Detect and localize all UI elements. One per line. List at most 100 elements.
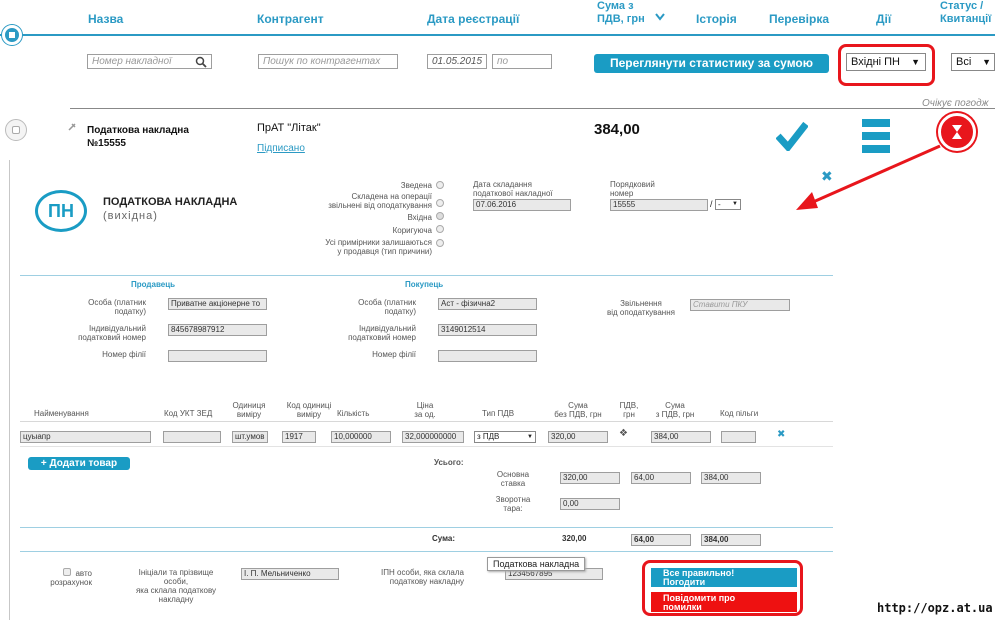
date-from-input[interactable]: 01.05.2015: [427, 54, 487, 69]
flag-copies-label: Усі примірники залишаються у продавця (т…: [290, 238, 432, 256]
flag-copies-checkbox[interactable]: [436, 239, 444, 247]
flag-outgoing-label: Вхідна: [407, 213, 432, 222]
col-header-history[interactable]: Історія: [696, 12, 737, 26]
table-row-divider: [20, 446, 833, 447]
seller-ipn-input[interactable]: 845678987912: [168, 324, 267, 336]
item-price-input[interactable]: 32,000000000: [402, 431, 464, 443]
buyer-person-label-line2: податку): [384, 307, 416, 316]
th-unit-code: Код одиниці виміру: [280, 401, 338, 419]
th-vat-line1: ПДВ,: [619, 401, 639, 410]
select-all-toggle[interactable]: [2, 25, 22, 45]
flag-exempt-checkbox[interactable]: [436, 199, 444, 207]
date-to-input[interactable]: по: [492, 54, 552, 69]
th-unit-line2: виміру: [236, 410, 262, 419]
buyer-branch-input[interactable]: [438, 350, 537, 362]
item-benefit-input[interactable]: [721, 431, 756, 443]
seller-branch-input[interactable]: [168, 350, 267, 362]
flag-issued-checkbox[interactable]: [436, 181, 444, 189]
item-qty-input[interactable]: 10,000000: [331, 431, 391, 443]
sum-total-novat: 320,00: [562, 534, 587, 543]
composer-ipn-label: ІПН особи, яка склала податкову накладну: [360, 568, 464, 586]
th-sum-novat: Сума без ПДВ, грн: [548, 401, 608, 419]
status-select[interactable]: Всі ▼: [951, 53, 995, 71]
flag-outgoing-checkbox[interactable]: [436, 212, 444, 220]
doc-date-input[interactable]: 07.06.2016: [473, 199, 571, 211]
stats-button[interactable]: Переглянути статистику за сумою: [594, 54, 829, 73]
buyer-name-input[interactable]: Аст - фізична2: [438, 298, 537, 310]
item-vat-type-value: з ПДВ: [477, 432, 500, 441]
col-header-status[interactable]: Статус / Квитанції: [940, 0, 991, 26]
exempt-input[interactable]: Ставити ПКУ: [690, 299, 790, 311]
row-sum: 384,00: [594, 121, 640, 138]
pin-icon[interactable]: [67, 122, 77, 134]
flag-issued-label: Зведена: [400, 181, 432, 190]
buyer-person-label-line1: Особа (платник: [358, 298, 416, 307]
initials-input[interactable]: І. П. Мельниченко: [241, 568, 339, 580]
exempt-label: Звільнення від оподаткування: [586, 299, 696, 317]
doc-subtitle: (вихідна): [103, 210, 158, 222]
pn-logo: ПН: [35, 190, 87, 232]
buyer-ipn-label-line2: податковий номер: [348, 333, 416, 342]
th-sum-novat-line2: без ПДВ, грн: [554, 410, 602, 419]
doc-date-label-line1: Дата складання: [473, 180, 532, 189]
col-header-sum[interactable]: Сума з ПДВ, грн: [597, 0, 645, 26]
flag-copies-line1: Усі примірники залишаються: [325, 238, 432, 247]
main-rate-label: Основна ставка: [488, 470, 538, 488]
invoice-title[interactable]: Податкова накладна №15555: [87, 124, 189, 150]
search-icon[interactable]: [195, 56, 207, 70]
item-sum-vat-input[interactable]: 384,00: [651, 431, 711, 443]
th-code: Код УКТ ЗЕД: [164, 409, 213, 418]
seller-ipn-label-line2: податковий номер: [78, 333, 146, 342]
doc-number-input[interactable]: 15555: [610, 199, 708, 211]
flag-corrective-checkbox[interactable]: [436, 225, 444, 233]
flag-exempt-line1: Складена на операції: [351, 192, 433, 201]
col-header-contractor[interactable]: Контрагент: [257, 12, 324, 26]
col-header-check[interactable]: Перевірка: [769, 12, 829, 26]
th-unit-code-line1: Код одиниці: [286, 401, 332, 410]
seller-name-input[interactable]: Приватне акціонерне то: [168, 298, 267, 310]
delete-row-icon[interactable]: ✖: [777, 429, 785, 440]
invoice-number-search[interactable]: Номер накладної: [87, 54, 212, 69]
section-divider: [20, 275, 833, 276]
add-item-button[interactable]: + Додати товар: [28, 457, 130, 470]
close-form-icon[interactable]: ✖: [821, 168, 833, 185]
main-rate-sum-vat[interactable]: 384,00: [701, 472, 761, 484]
th-sum-vat-line2: з ПДВ, грн: [655, 410, 695, 419]
col-header-name[interactable]: Назва: [88, 12, 123, 26]
doc-title: ПОДАТКОВА НАКЛАДНА: [103, 196, 238, 208]
main-rate-label-line2: ставка: [500, 479, 526, 488]
row-checkbox[interactable]: [5, 119, 27, 141]
item-unit-code-input[interactable]: 1917: [282, 431, 316, 443]
return-tare-input[interactable]: 0,00: [560, 498, 620, 510]
main-rate-sum-novat[interactable]: 320,00: [560, 472, 620, 484]
main-rate-vat[interactable]: 64,00: [631, 472, 691, 484]
dropdown-arrow-icon: ▼: [982, 57, 991, 67]
checkbox-square-icon: [12, 126, 20, 134]
item-code-input[interactable]: [163, 431, 221, 443]
th-benefit-code: Код пільги: [720, 409, 759, 418]
buyer-heading: Покупець: [405, 280, 444, 289]
signed-link[interactable]: Підписано: [257, 143, 305, 154]
col-header-date[interactable]: Дата реєстрації: [427, 12, 519, 26]
item-unit-input[interactable]: шт.умов: [232, 431, 268, 443]
col-header-sum-line2: ПДВ, грн: [597, 13, 645, 25]
seller-heading: Продавець: [131, 280, 176, 289]
seller-person-label: Особа (платник податку): [60, 298, 146, 316]
seller-ipn-label: Індивідуальний податковий номер: [50, 324, 146, 342]
hourglass-icon: [952, 125, 962, 139]
sort-chevron-down-icon[interactable]: [655, 13, 665, 23]
doc-number-suffix-select[interactable]: - ▼: [715, 199, 741, 210]
contractor-search[interactable]: Пошук по контрагентах: [258, 54, 398, 69]
composer-ipn-label-line1: ІПН особи, яка склала: [381, 568, 464, 577]
buyer-ipn-input[interactable]: 3149012514: [438, 324, 537, 336]
sum-total-vat: 64,00: [631, 534, 691, 546]
col-header-actions[interactable]: Дії: [876, 12, 891, 26]
item-sum-novat-input[interactable]: 320,00: [548, 431, 608, 443]
th-qty: Кількість: [337, 409, 370, 418]
annotation-arrow: [790, 140, 950, 217]
timeline-line: [0, 34, 995, 36]
item-vat-type-select[interactable]: з ПДВ ▼: [474, 431, 536, 443]
item-name-input[interactable]: цуыапр: [20, 431, 151, 443]
sum-top-divider: [20, 527, 833, 528]
flag-copies-line2: у продавця (тип причини): [337, 247, 432, 256]
